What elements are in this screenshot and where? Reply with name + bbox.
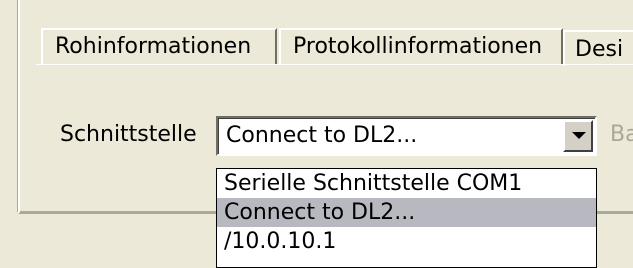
chevron-down-icon	[572, 132, 586, 139]
tab-label: Desi	[575, 37, 624, 62]
interface-select[interactable]: Connect to DL2...	[216, 116, 597, 156]
interface-dropdown-list[interactable]: Serielle Schnittstelle COM1 Connect to D…	[216, 168, 597, 268]
tab-row-divider	[36, 64, 633, 65]
dropdown-option[interactable]: Serielle Schnittstelle COM1	[217, 169, 596, 198]
dropdown-option-selected[interactable]: Connect to DL2...	[217, 198, 596, 227]
tab-label: Rohinformationen	[55, 34, 252, 59]
truncated-label: Ba	[610, 122, 633, 147]
tab-rohinformationen[interactable]: Rohinformationen	[41, 28, 277, 64]
dropdown-button[interactable]	[563, 120, 593, 152]
interface-select-value: Connect to DL2...	[226, 123, 418, 148]
tab-protokollinformationen[interactable]: Protokollinformationen	[279, 28, 563, 64]
tab-label: Protokollinformationen	[293, 34, 543, 59]
tab-design[interactable]: Desi	[563, 30, 633, 66]
dropdown-option[interactable]: /10.0.10.1	[217, 227, 596, 256]
interface-label: Schnittstelle	[60, 122, 197, 147]
